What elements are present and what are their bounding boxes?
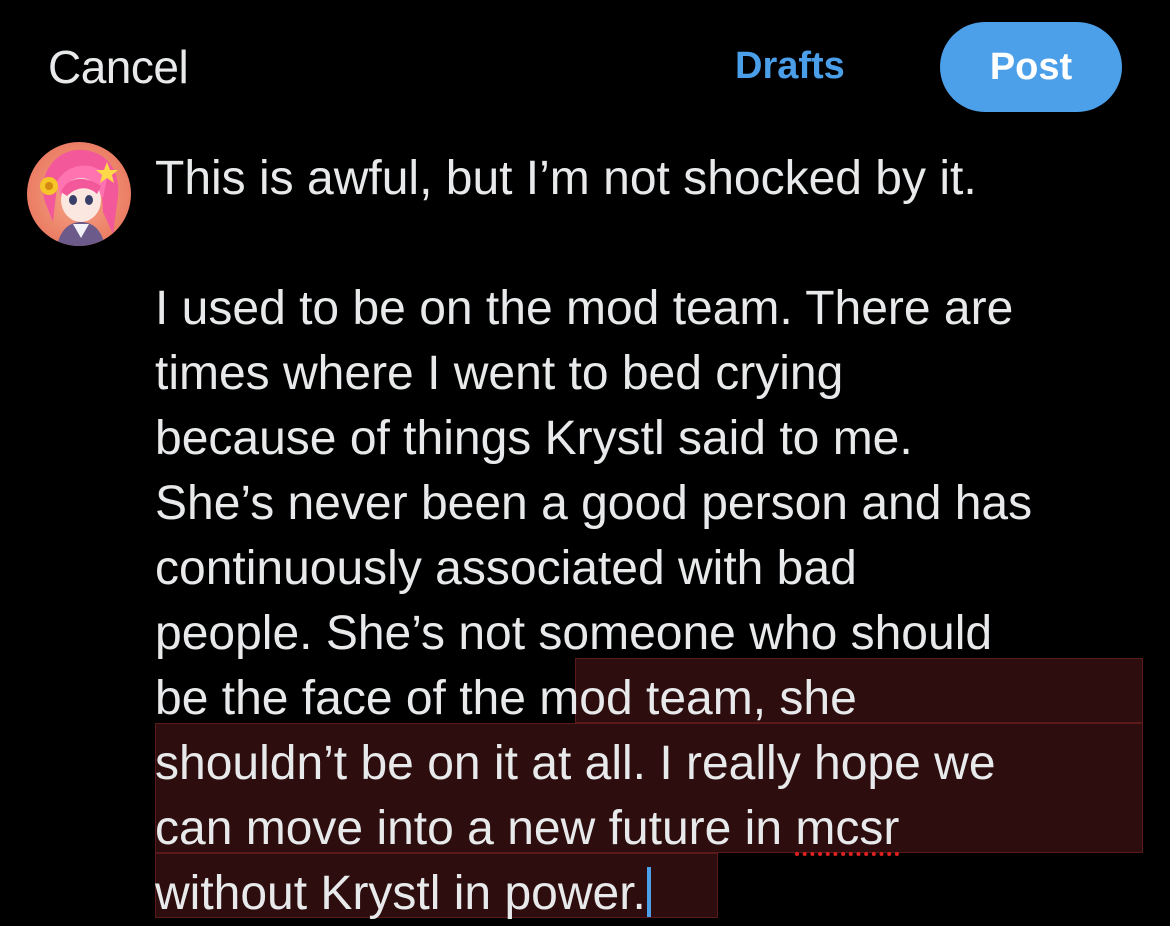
composer-line: shouldn’t be on it at all. I really hope… <box>155 737 996 790</box>
drafts-button[interactable]: Drafts <box>735 45 845 88</box>
selected-text: mod team, she <box>539 672 857 725</box>
composer-line: without Krystl in power. <box>155 861 1155 926</box>
post-button-label: Post <box>989 45 1073 88</box>
composer-text: can move into a new future in <box>155 802 796 855</box>
composer-text: without Krystl in power. <box>155 867 646 920</box>
tweet-composer-textarea[interactable]: This is awful, but I’m not shocked by it… <box>155 146 1155 926</box>
spellcheck-word[interactable]: mcsr <box>795 802 899 855</box>
cancel-button[interactable]: Cancel <box>48 40 189 94</box>
composer-line: times where I went to bed crying <box>155 347 844 400</box>
composer-line: continuously associated with bad <box>155 542 857 595</box>
composer-line: be the face of the mod team, she <box>155 666 1155 731</box>
composer-line: This is awful, but I’m not shocked by it… <box>155 152 977 205</box>
composer-line: because of things Krystl said to me. <box>155 412 913 465</box>
anime-character-avatar-icon <box>27 142 131 246</box>
composer-text: be the face of the <box>155 672 540 725</box>
composer-line: people. She’s not someone who should <box>155 607 993 660</box>
avatar[interactable] <box>27 142 131 246</box>
composer-line: I used to be on the mod team. There are <box>155 282 1014 335</box>
post-button[interactable]: Post <box>940 22 1122 112</box>
text-cursor <box>646 867 651 917</box>
composer-line: can move into a new future in mcsr <box>155 796 1155 861</box>
composer-line: She’s never been a good person and has <box>155 477 1033 530</box>
